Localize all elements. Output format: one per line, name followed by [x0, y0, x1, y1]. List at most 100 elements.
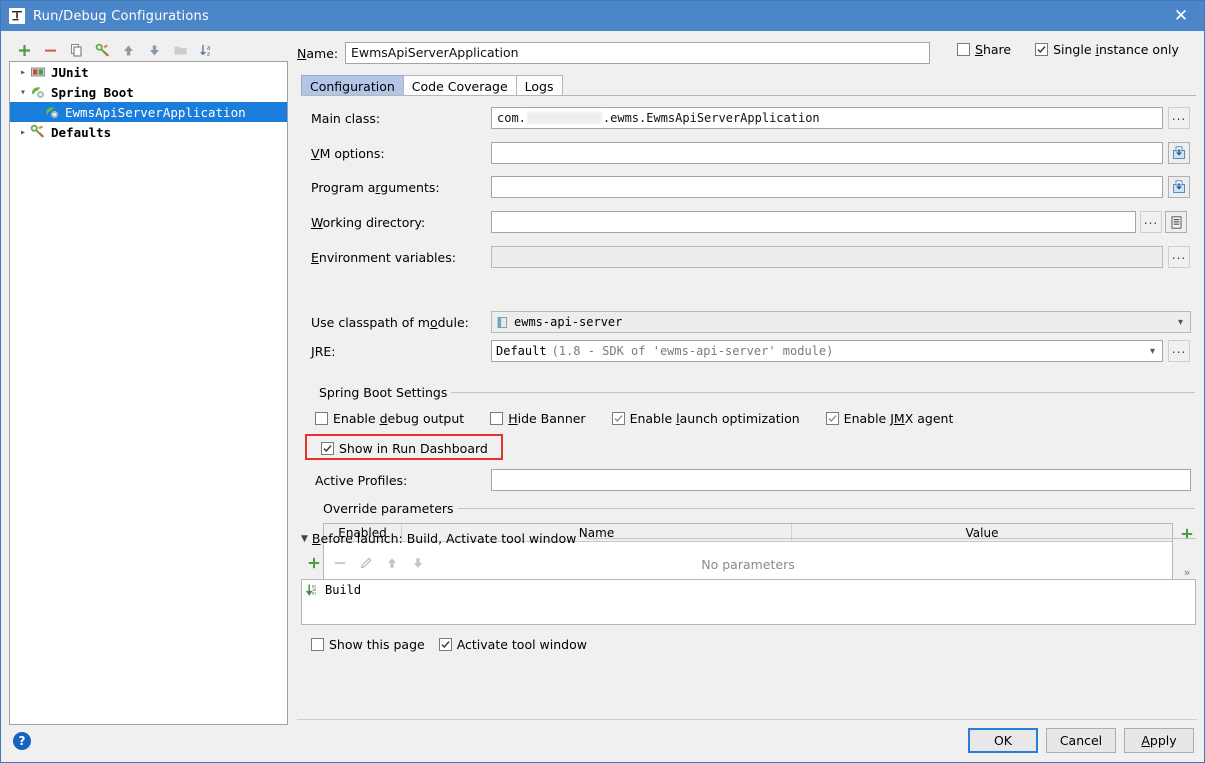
working-directory-browse-button[interactable]: ...	[1140, 211, 1162, 233]
before-launch-header[interactable]: ▼ Before launch: Build, Activate tool wi…	[301, 531, 1196, 546]
checkbox-label: Enable launch optimization	[630, 411, 800, 426]
spring-boot-checkbox-row: Enable debug output Hide Banner Enable l…	[315, 411, 953, 426]
expand-editor-icon	[1172, 180, 1186, 194]
tree-spacer	[30, 105, 44, 119]
title-bar: Run/Debug Configurations ✕	[1, 1, 1204, 31]
move-down-button[interactable]	[146, 42, 163, 59]
checkbox-box	[612, 412, 625, 425]
svg-text:01: 01	[312, 591, 316, 595]
apply-button[interactable]: Apply	[1124, 728, 1194, 753]
enable-jmx-agent-checkbox[interactable]: Enable JMX agent	[826, 411, 954, 426]
name-label: Name:	[297, 46, 345, 61]
task-item-build[interactable]: 01 10 01 Build	[302, 580, 1195, 599]
sidebar-item-ewmsapiserverapplication[interactable]: EwmsApiServerApplication	[10, 102, 287, 122]
activate-tool-window-checkbox[interactable]: Activate tool window	[439, 637, 587, 652]
jre-value-detail: (1.8 - SDK of 'ewms-api-server' module)	[552, 344, 834, 358]
checkbox-box	[1035, 43, 1048, 56]
editor-tabs: Configuration Code Coverage Logs	[301, 74, 562, 96]
sort-az-icon[interactable]: a z	[198, 42, 215, 59]
sidebar-item-junit[interactable]: ▸ JUnit	[10, 62, 287, 82]
group-divider	[586, 538, 1196, 539]
environment-variables-input[interactable]	[491, 246, 1163, 268]
jre-select[interactable]: Default (1.8 - SDK of 'ewms-api-server' …	[491, 340, 1163, 362]
single-instance-only-checkbox[interactable]: Single instance only	[1035, 42, 1179, 57]
active-profiles-input[interactable]	[491, 469, 1191, 491]
checkbox-label: Show in Run Dashboard	[339, 441, 488, 456]
main-class-prefix: com.	[497, 108, 526, 128]
chevron-right-icon[interactable]: ▸	[16, 125, 30, 139]
enable-debug-output-checkbox[interactable]: Enable debug output	[315, 411, 464, 426]
jre-row: JRE: Default (1.8 - SDK of 'ewms-api-ser…	[311, 340, 1205, 362]
checkbox-box	[826, 412, 839, 425]
main-class-input[interactable]: com. .ewms.EwmsApiServerApplication	[491, 107, 1163, 129]
show-this-page-checkbox[interactable]: Show this page	[311, 637, 425, 652]
configurations-tree[interactable]: ▸ JUnit ▾ Spring Boot	[9, 61, 288, 725]
checkbox-box	[321, 442, 334, 455]
new-folder-icon[interactable]	[172, 42, 189, 59]
checkbox-label: Show this page	[329, 637, 425, 652]
move-up-button[interactable]	[120, 42, 137, 59]
edit-task-pencil-icon[interactable]	[359, 556, 373, 573]
ellipsis-icon: ...	[1172, 346, 1186, 357]
ok-button[interactable]: OK	[968, 728, 1038, 753]
remove-task-button[interactable]	[333, 556, 347, 573]
sidebar-item-label: JUnit	[51, 65, 89, 80]
junit-icon	[30, 64, 46, 80]
hide-banner-checkbox[interactable]: Hide Banner	[490, 411, 585, 426]
sidebar-item-spring-boot[interactable]: ▾ Spring Boot	[10, 82, 287, 102]
checkbox-box	[439, 638, 452, 651]
program-arguments-expand-button[interactable]	[1168, 176, 1190, 198]
copy-configuration-button[interactable]	[68, 42, 85, 59]
use-classpath-row: Use classpath of module: ewms-api-server…	[311, 311, 1205, 333]
working-directory-input[interactable]	[491, 211, 1136, 233]
program-arguments-input[interactable]	[491, 176, 1163, 198]
enable-launch-optimization-checkbox[interactable]: Enable launch optimization	[612, 411, 800, 426]
jre-browse-button[interactable]: ...	[1168, 340, 1190, 362]
footer-buttons: OK Cancel Apply	[968, 728, 1194, 753]
help-button[interactable]: ?	[13, 732, 31, 750]
checkbox-label: Activate tool window	[457, 637, 587, 652]
sidebar-toolbar: a z	[9, 37, 295, 63]
before-launch-options: Show this page Activate tool window	[301, 637, 1196, 652]
show-in-run-dashboard-checkbox[interactable]: Show in Run Dashboard	[321, 441, 488, 456]
tab-code-coverage[interactable]: Code Coverage	[403, 75, 517, 96]
chevron-down-icon[interactable]: ▾	[16, 85, 30, 99]
single-instance-only-label: Single instance only	[1053, 42, 1179, 57]
before-launch-title: Before launch: Build, Activate tool wind…	[312, 531, 576, 546]
share-label: Share	[975, 42, 1011, 57]
expand-editor-icon	[1172, 146, 1186, 160]
name-input[interactable]: EwmsApiServerApplication	[345, 42, 930, 64]
main-class-label: Main class:	[311, 111, 491, 126]
move-task-down-button[interactable]	[411, 556, 425, 573]
chevron-right-icon[interactable]: ▸	[16, 65, 30, 79]
edit-templates-wrench-icon[interactable]	[94, 42, 111, 59]
environment-variables-browse-button[interactable]: ...	[1168, 246, 1190, 268]
macros-list-icon	[1170, 216, 1183, 229]
vm-options-expand-button[interactable]	[1168, 142, 1190, 164]
working-directory-macros-button[interactable]	[1165, 211, 1187, 233]
module-icon	[496, 316, 509, 329]
jre-label: JRE:	[311, 344, 491, 359]
use-classpath-label: Use classpath of module:	[311, 315, 491, 330]
cancel-button[interactable]: Cancel	[1046, 728, 1116, 753]
spring-boot-settings-group-label: Spring Boot Settings	[315, 385, 451, 400]
move-task-up-button[interactable]	[385, 556, 399, 573]
active-profiles-row: Active Profiles:	[315, 469, 1195, 491]
spring-boot-icon	[30, 84, 46, 100]
use-classpath-select[interactable]: ewms-api-server ▾	[491, 311, 1191, 333]
override-parameters-group-label: Override parameters	[319, 501, 458, 516]
tab-logs[interactable]: Logs	[516, 75, 563, 96]
close-icon[interactable]: ✕	[1158, 1, 1204, 31]
tab-configuration[interactable]: Configuration	[301, 75, 404, 96]
vm-options-row: VM options:	[311, 142, 1191, 164]
before-launch-task-list[interactable]: 01 10 01 Build	[301, 579, 1196, 625]
remove-configuration-button[interactable]	[42, 42, 59, 59]
sidebar-item-defaults[interactable]: ▸ Defaults	[10, 122, 287, 142]
add-configuration-button[interactable]	[16, 42, 33, 59]
main-class-browse-button[interactable]: ...	[1168, 107, 1190, 129]
active-profiles-label: Active Profiles:	[315, 473, 491, 488]
collapse-triangle-icon[interactable]: ▼	[301, 534, 308, 544]
vm-options-input[interactable]	[491, 142, 1163, 164]
share-checkbox[interactable]: Share	[957, 42, 1011, 57]
add-task-button[interactable]	[307, 556, 321, 573]
